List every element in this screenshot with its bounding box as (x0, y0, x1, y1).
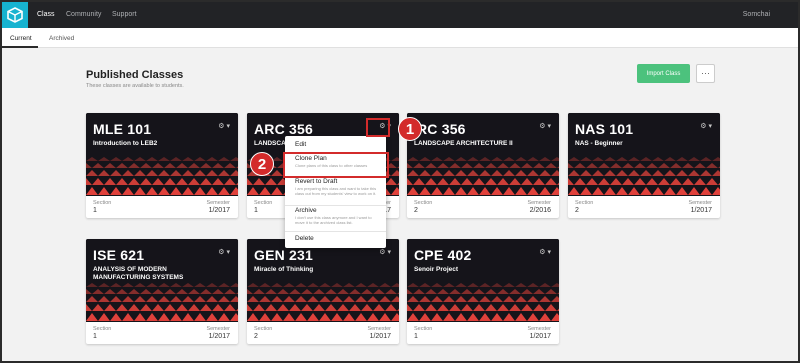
more-options-button[interactable]: ··· (696, 64, 715, 83)
card-footer: Section 1 Semester 1/2017 (407, 322, 559, 344)
gear-icon[interactable]: ⚙ ▾ (379, 248, 391, 256)
user-menu[interactable]: Somchai (743, 11, 770, 18)
class-card[interactable]: MLE 101 Introduction to LEB2 ⚙ ▾ Section… (86, 113, 238, 218)
menu-item-archive[interactable]: Archive I don't use this class anymore a… (285, 207, 386, 225)
semester-label: Semester (527, 200, 551, 206)
section-label: Section (414, 326, 433, 332)
class-code: MLE 101 (93, 121, 152, 137)
step-badge-2: 2 (250, 152, 274, 176)
gear-icon[interactable]: ⚙ ▾ (539, 248, 551, 256)
class-name: Introduction to LEB2 (93, 140, 158, 147)
section-label: Section (93, 326, 112, 332)
section-label: Section (575, 200, 594, 206)
import-class-button[interactable]: Import Class (637, 64, 690, 83)
section-label: Section (254, 326, 273, 332)
card-header: NAS 101 NAS - Beginner ⚙ ▾ (568, 113, 720, 196)
card-footer: Section 2 Semester 2/2016 (407, 196, 559, 218)
gear-icon[interactable]: ⚙ ▾ (218, 248, 230, 256)
card-footer: Section 1 Semester 1/2017 (86, 196, 238, 218)
step-badge-1: 1 (398, 117, 422, 141)
card-header: RC 356 LANDSCAPE ARCHITECTURE II ⚙ ▾ (407, 113, 559, 196)
class-code: CPE 402 (414, 247, 472, 263)
semester-value: 1/2017 (208, 333, 230, 340)
section-label: Section (254, 200, 273, 206)
semester-label: Semester (367, 326, 391, 332)
card-footer: Section 2 Semester 1/2017 (247, 322, 399, 344)
card-header: CPE 402 Senoir Project ⚙ ▾ (407, 239, 559, 322)
menu-item-delete[interactable]: Delete (285, 235, 386, 242)
section-value: 2 (254, 333, 258, 340)
section-value: 1 (93, 207, 97, 214)
class-name: Senoir Project (414, 266, 459, 273)
highlight-gear-box (366, 118, 390, 137)
nav-tab-support[interactable]: Support (112, 11, 137, 18)
gear-icon[interactable]: ⚙ ▾ (539, 122, 551, 130)
card-footer: Section 2 Semester 1/2017 (568, 196, 720, 218)
gear-icon[interactable]: ⚙ ▾ (218, 122, 230, 130)
menu-item-label: Delete (295, 235, 314, 242)
class-card[interactable]: RC 356 LANDSCAPE ARCHITECTURE II ⚙ ▾ Sec… (407, 113, 559, 218)
tab-archived[interactable]: Archived (49, 35, 74, 42)
highlight-clone-plan-box (283, 152, 389, 178)
gear-icon[interactable]: ⚙ ▾ (700, 122, 712, 130)
class-card[interactable]: CPE 402 Senoir Project ⚙ ▾ Section 1 Sem… (407, 239, 559, 344)
class-card[interactable]: NAS 101 NAS - Beginner ⚙ ▾ Section 2 Sem… (568, 113, 720, 218)
class-card[interactable]: GEN 231 Miracle of Thinking ⚙ ▾ Section … (247, 239, 399, 344)
menu-item-edit[interactable]: Edit (285, 141, 386, 148)
semester-value: 2/2016 (529, 207, 551, 214)
tab-current[interactable]: Current (10, 35, 32, 42)
class-name: NAS - Beginner (575, 140, 623, 147)
section-value: 1 (414, 333, 418, 340)
semester-label: Semester (206, 326, 230, 332)
class-name: LANDSCAPE ARCHITECTURE II (414, 140, 513, 147)
section-value: 2 (575, 207, 579, 214)
menu-item-label: Edit (295, 141, 307, 148)
app-window: Class Community Support Somchai Current … (2, 2, 798, 361)
app-logo-icon[interactable] (2, 2, 28, 28)
class-code: GEN 231 (254, 247, 313, 263)
semester-value: 1/2017 (208, 207, 230, 214)
section-label: Section (93, 200, 112, 206)
page-subtitle: These classes are available to students. (86, 83, 184, 89)
user-name: Somchai (742, 11, 770, 18)
active-tab-indicator (2, 46, 38, 48)
section-value: 1 (93, 333, 97, 340)
tab-archived-label: Archived (49, 35, 75, 42)
menu-divider (285, 231, 386, 232)
section-value: 1 (254, 207, 258, 214)
semester-label: Semester (527, 326, 551, 332)
menu-item-revert-draft[interactable]: Revert to Draft I am preparing this clas… (285, 178, 386, 196)
menu-item-label: Archive (295, 207, 317, 214)
menu-item-description: I am preparing this class and want to ta… (295, 186, 377, 196)
semester-label: Semester (206, 200, 230, 206)
card-footer: Section 1 Semester 1/2017 (86, 322, 238, 344)
nav-tab-class[interactable]: Class (37, 11, 55, 18)
class-code: ARC 356 (254, 121, 313, 137)
semester-value: 1/2017 (529, 333, 551, 340)
class-code: RC 356 (417, 121, 466, 137)
menu-divider (285, 205, 386, 206)
sub-tabs: Current Archived (2, 28, 798, 48)
semester-value: 1/2017 (690, 207, 712, 214)
class-code: NAS 101 (575, 121, 634, 137)
class-name: ANALYSIS OF MODERN MANUFACTURING SYSTEMS (93, 266, 184, 281)
menu-item-description: I don't use this class anymore and I wan… (295, 215, 372, 225)
class-code: ISE 621 (93, 247, 145, 263)
menu-item-label: Revert to Draft (295, 178, 338, 185)
semester-value: 1/2017 (369, 333, 391, 340)
class-card[interactable]: ISE 621 ANALYSIS OF MODERN MANUFACTURING… (86, 239, 238, 344)
card-header: MLE 101 Introduction to LEB2 ⚙ ▾ (86, 113, 238, 196)
card-header: ISE 621 ANALYSIS OF MODERN MANUFACTURING… (86, 239, 238, 322)
tab-current-label: Current (10, 35, 32, 42)
top-navbar: Class Community Support Somchai (2, 2, 798, 28)
page-title: Published Classes (86, 69, 184, 81)
semester-label: Semester (688, 200, 712, 206)
card-header: GEN 231 Miracle of Thinking ⚙ ▾ (247, 239, 399, 322)
section-label: Section (414, 200, 433, 206)
class-name: Miracle of Thinking (254, 266, 314, 273)
section-value: 2 (414, 207, 418, 214)
nav-tab-community[interactable]: Community (66, 11, 101, 18)
